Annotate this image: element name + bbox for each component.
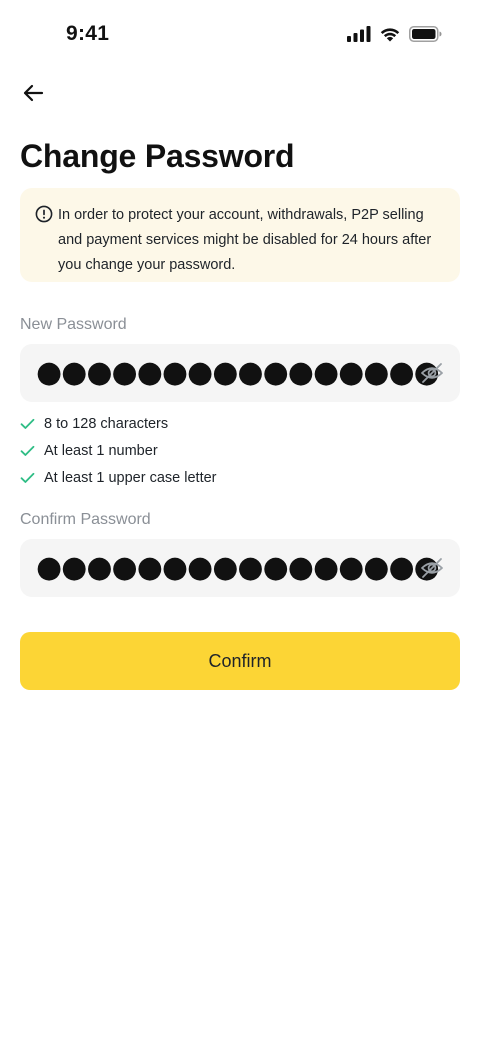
confirm-password-label: Confirm Password xyxy=(20,511,151,528)
password-rules: 8 to 128 characters At least 1 number At… xyxy=(20,410,460,491)
eye-off-icon[interactable] xyxy=(420,362,444,384)
rule-item: At least 1 upper case letter xyxy=(20,464,460,491)
back-button[interactable] xyxy=(18,78,48,108)
new-password-field[interactable]: ●●●●●●●●●●●●●●●● xyxy=(20,344,460,402)
rule-item: 8 to 128 characters xyxy=(20,410,460,437)
eye-off-icon[interactable] xyxy=(420,557,444,579)
check-icon xyxy=(20,445,35,456)
status-icons xyxy=(347,26,442,42)
battery-icon xyxy=(409,26,442,42)
confirm-password-field[interactable]: ●●●●●●●●●●●●●●●● xyxy=(20,539,460,597)
confirm-button[interactable]: Confirm xyxy=(20,632,460,690)
rule-text: At least 1 number xyxy=(44,442,158,459)
confirm-password-value: ●●●●●●●●●●●●●●●● xyxy=(36,550,440,585)
check-icon xyxy=(20,418,35,429)
status-time: 9:41 xyxy=(66,22,110,45)
arrow-left-icon xyxy=(23,84,44,102)
new-password-label: New Password xyxy=(20,316,127,333)
notice-text: In order to protect your account, withdr… xyxy=(58,207,432,273)
rule-item: At least 1 number xyxy=(20,437,460,464)
rule-text: 8 to 128 characters xyxy=(44,415,169,432)
rule-text: At least 1 upper case letter xyxy=(44,469,217,486)
security-notice: In order to protect your account, withdr… xyxy=(20,188,460,282)
cellular-signal-icon xyxy=(347,26,371,42)
status-bar: 9:41 xyxy=(0,0,480,72)
new-password-value: ●●●●●●●●●●●●●●●● xyxy=(36,355,440,390)
page-title: Change Password xyxy=(20,138,295,174)
wifi-icon xyxy=(380,28,400,42)
info-circle-icon xyxy=(35,205,53,223)
check-icon xyxy=(20,472,35,483)
